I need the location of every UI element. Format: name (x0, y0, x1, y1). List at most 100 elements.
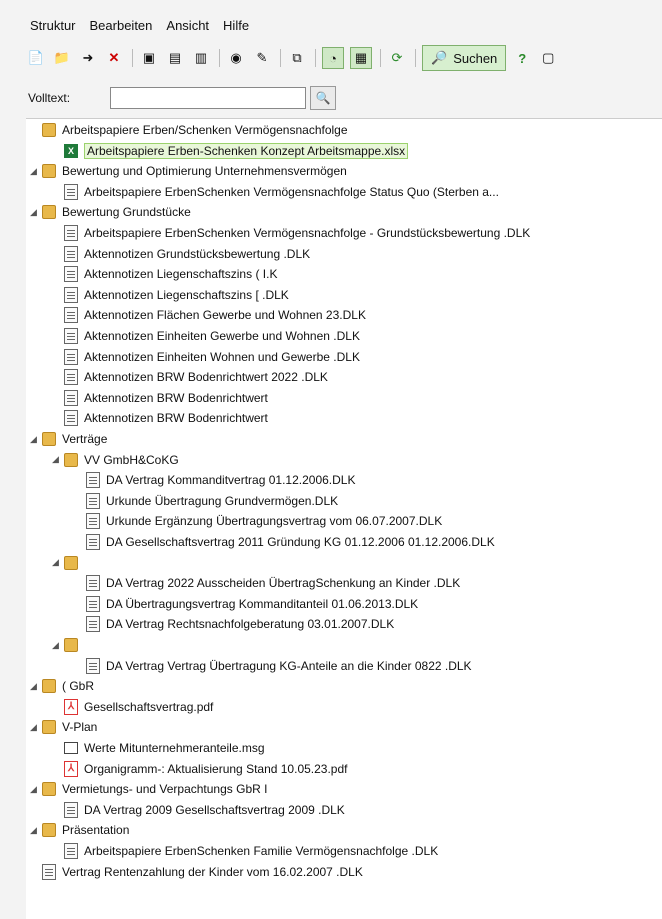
folder-icon (42, 782, 56, 797)
expand-toggle-icon[interactable]: ◢ (30, 166, 40, 177)
toggle-a-icon[interactable]: ◔ (322, 47, 344, 69)
extra-icon[interactable]: ▢ (538, 48, 558, 68)
tree-row[interactable]: DA Vertrag Kommanditvertrag 01.12.2006.D… (86, 471, 355, 489)
expand-toggle-icon[interactable]: ◢ (30, 434, 40, 445)
fulltext-input[interactable] (110, 87, 306, 109)
tree-row[interactable]: Urkunde Übertragung Grundvermögen.DLK (86, 492, 338, 510)
expand-toggle-icon[interactable]: ◢ (52, 454, 62, 465)
tree-row[interactable]: DA Vertrag 2022 Ausscheiden ÜbertragSche… (86, 574, 460, 592)
document-icon (64, 183, 78, 200)
toolbar-separator (315, 49, 316, 67)
save-icon[interactable]: ▣ (139, 48, 159, 68)
tree-item-label: DA Vertrag Kommanditvertrag 01.12.2006.D… (106, 473, 356, 488)
tree-row[interactable]: DA Vertrag Rechtsnachfolgeberatung 03.01… (86, 615, 394, 633)
tree-item-label: DA Übertragungsvertrag Kommanditanteil 0… (106, 596, 419, 611)
expand-toggle-icon[interactable]: ◢ (30, 681, 40, 692)
search-button-label: Suchen (453, 50, 498, 66)
tree-row[interactable]: ◢ Bewertung und Optimierung Unternehmensv… (30, 162, 347, 180)
expand-toggle-icon[interactable]: ◢ (30, 207, 40, 218)
tree-row[interactable]: Urkunde Ergänzung Übertragungsvertrag vo… (86, 512, 442, 530)
tree-row[interactable]: DA Übertragungsvertrag Kommanditanteil 0… (86, 595, 418, 613)
copy-icon[interactable]: ⧉ (287, 48, 307, 68)
expand-toggle-icon[interactable]: ◢ (52, 557, 62, 568)
document-icon (86, 513, 100, 530)
folder-icon (42, 720, 56, 735)
tree-item-label: Organigramm-: Aktualisierung Stand 10.05… (84, 761, 348, 776)
tree-item-label: Arbeitspapiere Erben/Schenken Vermögensn… (62, 123, 348, 137)
document-icon (86, 575, 100, 592)
save-all-icon[interactable]: ▤ (165, 48, 185, 68)
tree-item-label: Aktennotizen BRW Bodenrichtwert (84, 390, 268, 405)
tree-row[interactable]: Aktennotizen Einheiten Wohnen und Gewerb… (64, 348, 360, 366)
menu-bar: Struktur Bearbeiten Ansicht Hilfe (0, 14, 662, 36)
save-as-icon[interactable]: ▥ (191, 48, 211, 68)
tree-item-label: VV GmbH&CoKG (84, 452, 179, 467)
refresh-icon[interactable]: ⟳ (387, 48, 407, 68)
view-icon[interactable]: ◉ (226, 48, 246, 68)
search-button[interactable]: 🔎 Suchen (422, 45, 507, 71)
tree-row[interactable]: ◢ Bewertung Grundstücke (30, 203, 191, 221)
tree-item-label: Aktennotizen Grundstücksbewertung .DLK (84, 246, 311, 261)
menu-item-ansicht[interactable]: Ansicht (166, 18, 209, 33)
document-icon (86, 534, 100, 550)
pdf-file-icon: ⅄ (64, 760, 78, 777)
tree-row[interactable]: Arbeitspapiere Erben/Schenken Vermögensn… (42, 121, 348, 139)
tree-row[interactable]: ◢ ( GbR (30, 677, 94, 695)
expand-toggle-icon[interactable]: ◢ (30, 722, 40, 733)
tree-row[interactable]: DA Vertrag 2009 Gesellschaftsvertrag 200… (64, 801, 345, 819)
tree-item-label: DA Vertrag 2022 Ausscheiden ÜbertragSche… (106, 576, 461, 591)
document-icon (42, 863, 56, 880)
tree-row[interactable]: Aktennotizen Liegenschaftszins ( I.K (64, 265, 277, 283)
toggle-b-icon[interactable]: ▦ (350, 47, 372, 69)
tree-row[interactable]: Aktennotizen Einheiten Gewerbe und Wohne… (64, 327, 360, 345)
tree-row[interactable]: DA Vertrag Vertrag Übertragung KG-Anteil… (86, 657, 472, 675)
document-icon (64, 266, 78, 283)
menu-item-struktur[interactable]: Struktur (30, 18, 76, 33)
menu-item-bearbeiten[interactable]: Bearbeiten (90, 18, 153, 33)
tree-row[interactable]: Aktennotizen Grundstücksbewertung .DLK (64, 245, 310, 263)
tree-row[interactable]: ◢ VV GmbH&CoKG (52, 451, 179, 469)
expand-toggle-icon[interactable]: ◢ (30, 825, 40, 836)
toolbar-separator (380, 49, 381, 67)
tree-item-label: Aktennotizen BRW Bodenrichtwert (84, 411, 268, 426)
new-document-icon[interactable]: 📄 (26, 48, 46, 68)
tree-row[interactable]: Aktennotizen Liegenschaftszins [ .DLK (64, 286, 289, 304)
tree-item-label: Werte Mitunternehmeranteile.msg (84, 741, 265, 755)
tree-row[interactable]: ◢ (52, 554, 84, 572)
tree-row[interactable]: Arbeitspapiere ErbenSchenken Vermögensna… (64, 224, 530, 242)
expand-toggle-icon[interactable]: ◢ (30, 784, 40, 795)
tree-item-label: Verträge (62, 432, 108, 446)
tree-row[interactable]: DA Gesellschaftsvertrag 2011 Gründung KG… (86, 533, 495, 551)
tree-row[interactable]: ⅄ Gesellschaftsvertrag.pdf (64, 698, 213, 716)
fulltext-search-button[interactable]: 🔍 (310, 86, 336, 110)
move-icon[interactable]: ➜ (78, 48, 98, 68)
tree-item-label: Aktennotizen Flächen Gewerbe und Wohnen … (84, 308, 366, 323)
tree-row[interactable]: X Arbeitspapiere Erben-Schenken Konzept A… (64, 142, 409, 160)
tree-row[interactable]: Arbeitspapiere ErbenSchenken Vermögensna… (64, 183, 499, 201)
document-tree: Arbeitspapiere Erben/Schenken Vermögensn… (26, 118, 662, 919)
tree-row[interactable]: Aktennotizen BRW Bodenrichtwert (64, 389, 268, 407)
tree-item-label: DA Vertrag 2009 Gesellschaftsvertrag 200… (84, 802, 345, 817)
expand-toggle-icon[interactable]: ◢ (52, 640, 62, 651)
tree-row[interactable]: Aktennotizen BRW Bodenrichtwert (64, 409, 268, 427)
tree-row[interactable]: Werte Mitunternehmeranteile.msg (64, 739, 265, 757)
tree-row[interactable]: ◢ Präsentation (30, 821, 129, 839)
tree-row[interactable]: ◢ Vermietungs- und Verpachtungs GbR I (30, 780, 267, 798)
tree-row[interactable]: Arbeitspapiere ErbenSchenken Familie Ver… (64, 842, 438, 860)
edit-icon[interactable]: ✎ (252, 48, 272, 68)
document-icon (64, 225, 78, 241)
tree-row[interactable]: Vertrag Rentenzahlung der Kinder vom 16.… (42, 863, 363, 881)
tree-item-label: V-Plan (62, 720, 98, 735)
delete-icon[interactable]: ✕ (104, 48, 124, 68)
fulltext-label: Volltext: (28, 91, 71, 105)
tree-row[interactable]: ◢ (52, 636, 84, 654)
new-folder-icon[interactable]: 📁 (52, 48, 72, 68)
tree-row[interactable]: ◢ V-Plan (30, 718, 97, 736)
menu-item-hilfe[interactable]: Hilfe (223, 18, 249, 33)
help-icon[interactable]: ? (512, 48, 532, 68)
tree-row[interactable]: Aktennotizen BRW Bodenrichtwert 2022 .DL… (64, 368, 328, 386)
folder-icon (42, 164, 56, 179)
tree-row[interactable]: ⅄ Organigramm-: Aktualisierung Stand 10.… (64, 760, 347, 778)
tree-row[interactable]: Aktennotizen Flächen Gewerbe und Wohnen … (64, 306, 366, 324)
tree-row[interactable]: ◢ Verträge (30, 430, 107, 448)
